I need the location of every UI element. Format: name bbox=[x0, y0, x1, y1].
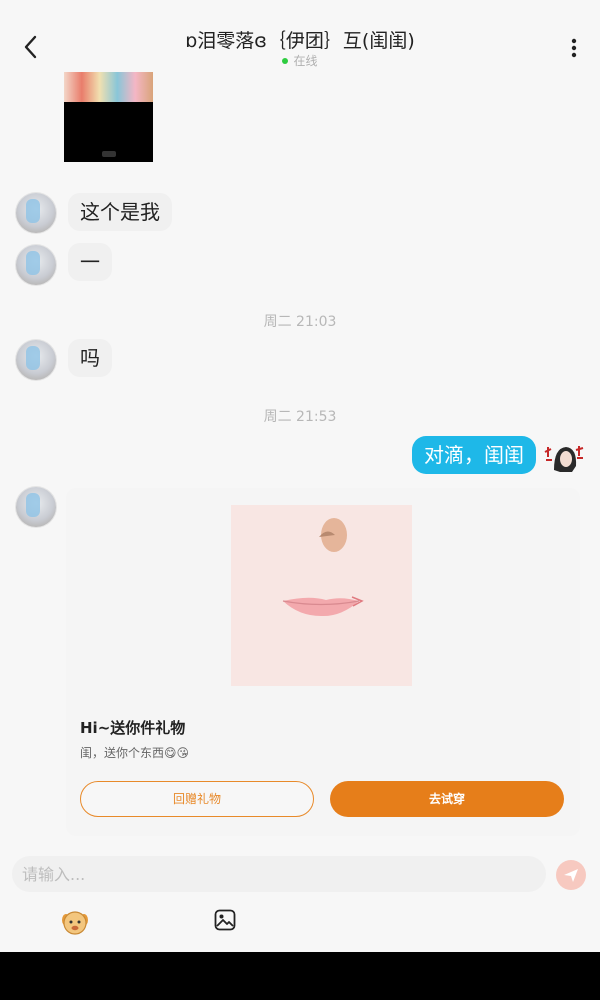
chat-title: ɒ泪零落ɞ｛伊团｝互(闺闺) bbox=[185, 30, 415, 52]
emoji-button[interactable] bbox=[61, 908, 89, 936]
chat-header: ɒ泪零落ɞ｛伊团｝互(闺闺) 在线 bbox=[0, 0, 600, 72]
return-gift-button[interactable]: 回赠礼物 bbox=[80, 781, 314, 817]
contact-avatar[interactable] bbox=[16, 340, 56, 380]
contact-avatar[interactable] bbox=[16, 193, 56, 233]
message-bubble[interactable]: 这个是我 bbox=[68, 193, 172, 231]
message-input[interactable] bbox=[12, 856, 546, 892]
more-options-button[interactable] bbox=[562, 36, 586, 62]
more-vertical-icon bbox=[571, 38, 577, 58]
gift-card[interactable]: Hi~送你件礼物 闺，送你个东西😋😘 回赠礼物 去试穿 bbox=[66, 488, 580, 836]
message-bubble[interactable]: 吗 bbox=[68, 339, 112, 377]
gift-card-description: 闺，送你个东西😋😘 bbox=[80, 746, 190, 760]
gift-lips-icon bbox=[282, 518, 364, 617]
online-status: 在线 bbox=[0, 52, 600, 69]
message-bubble[interactable]: 一 bbox=[68, 243, 112, 281]
send-button[interactable] bbox=[556, 860, 586, 890]
online-status-text: 在线 bbox=[293, 54, 318, 68]
try-on-button[interactable]: 去试穿 bbox=[330, 781, 564, 817]
my-avatar[interactable] bbox=[544, 442, 584, 474]
gift-card-title: Hi~送你件礼物 bbox=[80, 719, 186, 737]
timestamp: 周二 21:53 bbox=[263, 409, 337, 425]
image-picker-button[interactable] bbox=[214, 909, 236, 931]
contact-avatar[interactable] bbox=[16, 487, 56, 527]
send-icon bbox=[564, 869, 578, 882]
system-navigation-bar bbox=[0, 952, 600, 1000]
timestamp: 周二 21:03 bbox=[263, 314, 337, 330]
video-indicator-icon bbox=[102, 151, 116, 157]
sent-message-bubble[interactable]: 对滴，闺闺 bbox=[412, 436, 536, 474]
emoji-face-icon bbox=[62, 911, 88, 935]
gift-item-image bbox=[231, 505, 412, 686]
image-thumbnail bbox=[64, 72, 153, 102]
image-icon bbox=[214, 909, 236, 931]
contact-avatar[interactable] bbox=[16, 245, 56, 285]
image-message[interactable] bbox=[64, 72, 153, 162]
user-avatar-icon bbox=[544, 446, 584, 472]
online-dot-icon bbox=[282, 57, 289, 64]
